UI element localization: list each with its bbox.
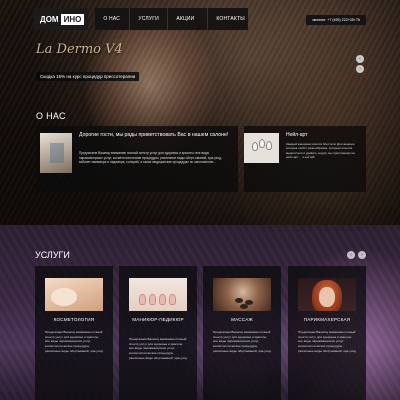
nail-art-title: Нейл-арт [286,132,308,138]
about-heading: Дорогие гости, мы рады приветствовать Ва… [79,132,229,138]
hairdresser-image [298,278,356,311]
service-description: Предлагаем Вашему вниманию полный спектр… [298,330,356,353]
nail-art-image [244,133,279,163]
service-card-hairdresser[interactable]: ПАРИКМАХЕРСКАЯ Предлагаем Вашему внимани… [288,266,366,400]
service-name: МАНИКЮР-ПЕДИКЮР [132,317,184,322]
service-name: ПАРИКМАХЕРСКАЯ [303,317,351,322]
about-section-title: О НАС [36,111,66,121]
logo-part-2: ИНО [60,13,85,25]
nav-item-contacts[interactable]: КОНТАКТЫ [208,8,249,30]
slider-next-button[interactable]: › [356,65,364,73]
service-name: КОСМЕТОЛОГИЯ [53,317,95,322]
massage-image [213,278,271,311]
services-slider-controls: ‹ › [347,251,366,259]
manicure-image [129,278,187,311]
service-name: МАССАЖ [231,317,253,322]
hero-brand-title: La Dermo V4 [36,42,123,57]
nail-art-text: Каждый женщина хочется блестеть! Для жен… [286,142,355,160]
salon-interior-image [40,133,72,173]
services-section: УСЛУГИ ‹ › КОСМЕТОЛОГИЯ Предлагаем Вашем… [0,225,400,400]
hero-section: ДОМ ИНО О НАС УСЛУГИ АКЦИИ КОНТАКТЫ звон… [0,0,400,225]
slider-prev-button[interactable]: ‹ [356,55,364,63]
logo[interactable]: ДОМ ИНО [34,8,89,30]
about-main-card: Дорогие гости, мы рады приветствовать Ва… [36,126,238,192]
nav-item-services[interactable]: УСЛУГИ [130,8,169,30]
services-prev-button[interactable]: ‹ [347,251,355,259]
about-text: Предлагаем Вашему вниманию полный спектр… [79,151,222,165]
services-next-button[interactable]: › [358,251,366,259]
service-card-manicure[interactable]: МАНИКЮР-ПЕДИКЮР Предлагаем Вашему вниман… [119,266,197,400]
service-description: Предлагаем Вашему вниманию полный спектр… [45,330,103,353]
cosmetology-image [45,278,103,311]
service-card-massage[interactable]: МАССАЖ Предлагаем Вашему вниманию полный… [203,266,281,400]
main-nav: О НАС УСЛУГИ АКЦИИ КОНТАКТЫ [95,8,249,30]
top-navigation: ДОМ ИНО О НАС УСЛУГИ АКЦИИ КОНТАКТЫ [34,8,249,30]
hero-promo-banner[interactable]: Скидка 15% на курс процедур прессотерапи… [36,72,140,81]
logo-part-1: ДОМ [38,14,61,24]
phone-number[interactable]: звоните: +7 (495) 222+35+76 [306,15,366,25]
nav-item-promotions[interactable]: АКЦИИ [168,8,209,30]
service-card-cosmetology[interactable]: КОСМЕТОЛОГИЯ Предлагаем Вашему вниманию … [35,266,113,400]
nav-item-about[interactable]: О НАС [95,8,131,30]
service-description: Предлагаем Вашему вниманию полный спектр… [129,337,187,360]
service-description: Предлагаем Вашему вниманию полный спектр… [213,330,271,353]
services-section-title: УСЛУГИ [35,250,70,260]
nail-art-card[interactable]: Нейл-арт Каждый женщина хочется блестеть… [244,126,366,192]
